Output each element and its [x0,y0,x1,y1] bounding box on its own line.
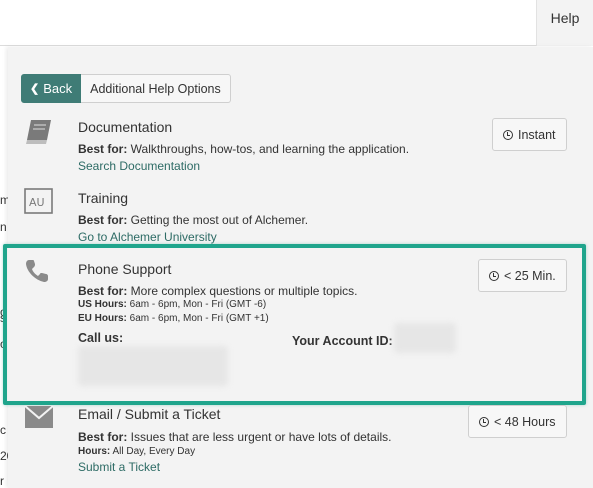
hours-label: Hours: [78,446,111,457]
top-bar [0,0,593,46]
best-for-label: Best for: [78,142,128,156]
training-title: Training [78,190,129,206]
best-for-label: Best for: [78,430,128,444]
time-badge-label: Instant [518,127,556,142]
phone-icon [24,258,52,289]
redacted-phone-number [78,346,228,386]
clock-icon [503,129,513,140]
email-title: Email / Submit a Ticket [78,406,221,422]
account-id-label: Your Account ID: [292,334,393,348]
submit-ticket-link[interactable]: Submit a Ticket [78,460,160,474]
help-tab[interactable]: Help [536,0,593,46]
background-text-fragment: o [0,337,7,351]
alchemer-university-icon: AU [24,188,54,219]
envelope-icon [24,405,54,435]
additional-help-options-button[interactable]: Additional Help Options [81,74,231,103]
background-text-fragment: n [0,220,7,234]
us-hours-text: 6am - 6pm, Mon - Fri (GMT -6) [126,299,267,310]
best-for-text: Issues that are less urgent or have lots… [127,430,392,444]
training-best-for: Best for: Getting the most out of Alchem… [78,213,308,227]
call-us-label: Call us: [78,331,124,345]
best-for-label: Best for: [78,213,128,227]
email-best-for: Best for: Issues that are less urgent or… [78,430,391,444]
phone-time-badge: < 25 Min. [478,259,567,292]
alchemer-university-link[interactable]: Go to Alchemer University [78,230,217,244]
hours-text: All Day, Every Day [110,446,196,457]
background-text-fragment: c [0,423,6,437]
best-for-text: Walkthroughs, how-tos, and learning the … [127,142,410,156]
phone-best-for: Best for: More complex questions or mult… [78,284,357,298]
documentation-best-for: Best for: Walkthroughs, how-tos, and lea… [78,142,409,156]
clock-icon [489,270,499,281]
alchemer-university-icon-text: AU [29,196,45,209]
eu-hours: EU Hours: 6am - 6pm, Mon - Fri (GMT +1) [78,313,269,324]
best-for-text: Getting the most out of Alchemer. [127,213,309,227]
clock-icon [479,416,489,427]
redacted-account-id [394,323,456,353]
eu-hours-label: EU Hours: [78,313,127,324]
chevron-left-icon: ❮ [30,83,40,95]
background-text-fragment: r [0,474,4,488]
best-for-text: More complex questions or multiple topic… [127,284,358,298]
book-icon [24,117,54,150]
back-button[interactable]: ❮ Back [21,74,82,103]
documentation-time-badge: Instant [492,118,567,151]
email-hours: Hours: All Day, Every Day [78,446,195,457]
search-documentation-link[interactable]: Search Documentation [78,159,200,173]
back-button-label: Back [43,81,73,96]
eu-hours-text: 6am - 6pm, Mon - Fri (GMT +1) [126,313,269,324]
documentation-title: Documentation [78,119,173,135]
help-nav-group: ❮ Back Additional Help Options [21,74,231,103]
us-hours-label: US Hours: [78,299,127,310]
phone-support-title: Phone Support [78,261,172,277]
best-for-label: Best for: [78,284,128,298]
time-badge-label: < 48 Hours [494,414,556,429]
email-time-badge: < 48 Hours [468,405,567,438]
time-badge-label: < 25 Min. [504,268,556,283]
background-text-fragment: s [0,311,6,325]
us-hours: US Hours: 6am - 6pm, Mon - Fri (GMT -6) [78,299,266,310]
